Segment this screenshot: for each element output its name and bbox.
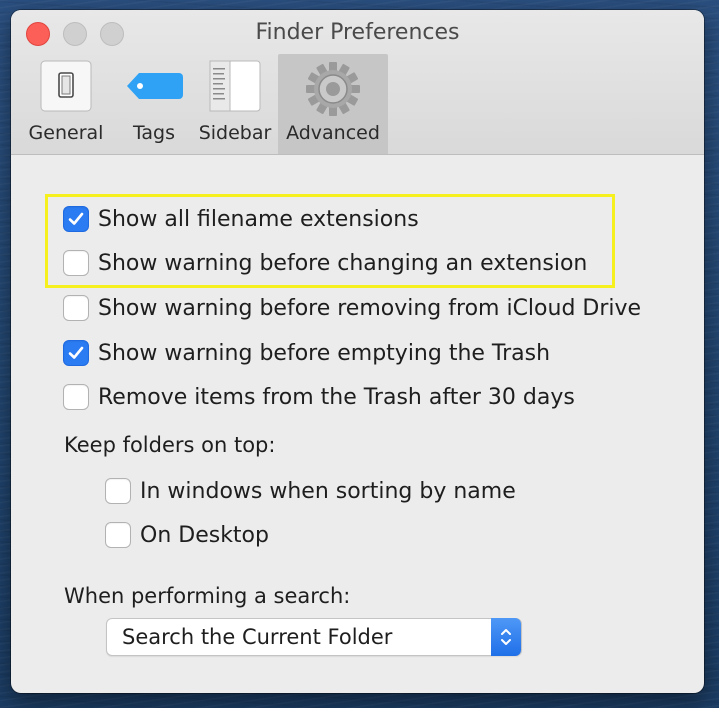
option-warn-icloud-remove[interactable]: Show warning before removing from iCloud… [63,293,641,323]
tab-general[interactable]: General [19,54,113,154]
option-folders-top-desktop[interactable]: On Desktop [105,520,269,550]
option-warn-change-extension[interactable]: Show warning before changing an extensio… [63,248,587,278]
chevron-up-down-icon[interactable] [491,618,521,656]
search-heading: When performing a search: [64,584,351,608]
search-scope-select[interactable]: Search the Current Folder [106,618,522,656]
show-extensions-checkbox[interactable] [63,206,89,232]
keep-folders-heading: Keep folders on top: [64,433,276,457]
search-scope-value: Search the Current Folder [122,625,393,649]
warn-icloud-remove-checkbox[interactable] [63,295,89,321]
option-label: Show warning before emptying the Trash [98,340,551,366]
option-label: Show warning before removing from iCloud… [98,295,642,321]
checkmark-icon [68,346,84,359]
warn-change-extension-checkbox[interactable] [63,250,89,276]
option-label: On Desktop [140,522,269,548]
folders-top-desktop-checkbox[interactable] [105,522,131,548]
warn-empty-trash-checkbox[interactable] [63,340,89,366]
option-label: Show all filename extensions [98,206,419,232]
option-folders-top-windows[interactable]: In windows when sorting by name [105,476,516,506]
tab-advanced[interactable]: Advanced [278,54,388,154]
option-label: Remove items from the Trash after 30 day… [98,384,575,410]
remove-trash-30-days-checkbox[interactable] [63,384,89,410]
title-bar: Finder Preferences General Tags Sidebar … [11,10,704,155]
tab-tags[interactable]: Tags [116,54,192,154]
finder-preferences-window: Finder Preferences General Tags Sidebar … [11,10,704,693]
folders-top-windows-checkbox[interactable] [105,478,131,504]
gear-icon [304,60,362,122]
window-title: Finder Preferences [255,20,460,45]
tab-sidebar[interactable]: Sidebar [191,54,279,154]
tag-icon [123,60,185,116]
tab-tags-label: Tags [132,122,176,144]
checkmark-icon [68,212,84,225]
tab-advanced-label: Advanced [286,122,380,144]
tab-sidebar-label: Sidebar [198,122,272,144]
option-label: In windows when sorting by name [140,478,516,504]
general-icon [40,60,92,116]
advanced-pane: Show all filename extensions Show warnin… [11,156,704,693]
tab-general-label: General [28,122,104,144]
sidebar-icon [209,60,261,116]
option-label: Show warning before changing an extensio… [98,250,588,276]
option-remove-trash-30-days[interactable]: Remove items from the Trash after 30 day… [63,382,575,412]
option-warn-empty-trash[interactable]: Show warning before emptying the Trash [63,338,550,368]
option-show-extensions[interactable]: Show all filename extensions [63,204,419,234]
